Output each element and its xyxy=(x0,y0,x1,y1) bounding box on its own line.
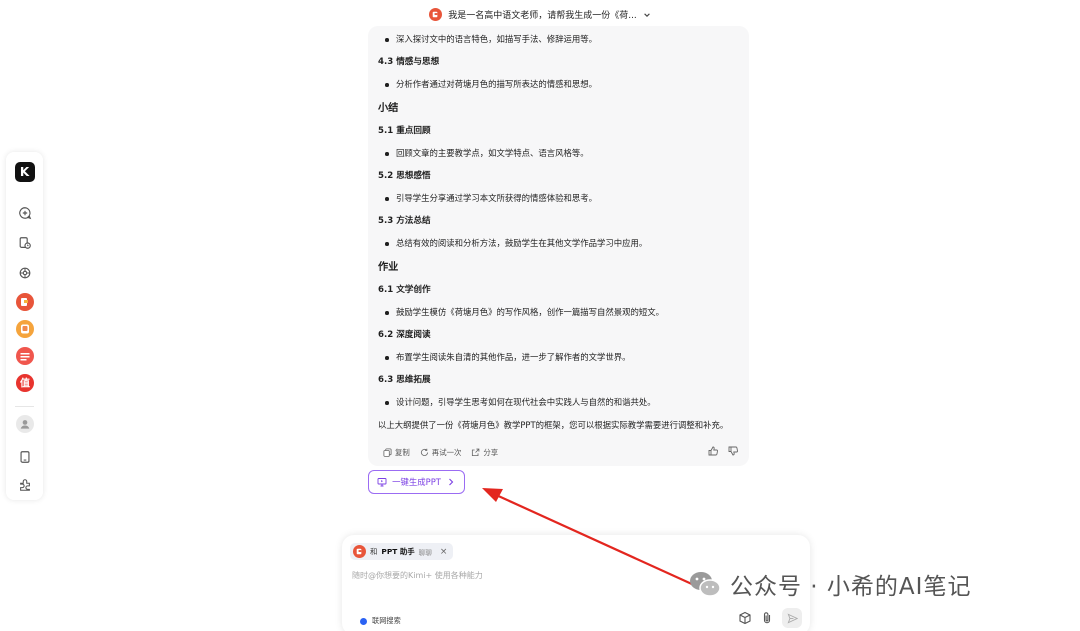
message-content: 深入探讨文中的语言特色，如描写手法、修辞运用等。 4.3 情感与思想 分析作者通… xyxy=(378,34,743,431)
app-orange-icon[interactable] xyxy=(15,320,34,338)
ppt-helper-icon xyxy=(353,545,366,558)
app-list-icon[interactable] xyxy=(15,347,34,365)
chevron-right-icon xyxy=(448,478,454,486)
subsection-heading: 5.2 思想感悟 xyxy=(378,171,431,181)
copy-button[interactable]: 复制 xyxy=(383,447,410,458)
kimi-logo[interactable]: K xyxy=(14,162,35,182)
subsection-heading: 5.3 方法总结 xyxy=(378,216,431,226)
list-item: 引导学生分享通过学习本文所获得的情感体验和思考。 xyxy=(378,193,743,204)
web-search-label: 联网搜索 xyxy=(372,616,401,625)
subsection-heading: 6.2 深度阅读 xyxy=(378,330,431,340)
send-icon xyxy=(787,612,798,624)
generate-ppt-label: 一键生成PPT xyxy=(392,477,441,487)
conversation-title: 我是一名高中语文老师，请帮我生成一份《荷... xyxy=(448,11,637,21)
chevron-down-icon[interactable] xyxy=(643,11,651,19)
share-label: 分享 xyxy=(483,447,499,457)
ppt-helper-chip[interactable]: 和 PPT 助手 聊聊 × xyxy=(350,543,454,560)
tablet-icon[interactable] xyxy=(14,446,35,467)
new-chat-icon[interactable] xyxy=(14,202,35,223)
refresh-icon xyxy=(420,448,428,456)
watermark-text: 公众号 · 小希的AI笔记 xyxy=(730,574,972,600)
cube-icon[interactable] xyxy=(738,611,752,625)
chip-assistant-name: PPT 助手 xyxy=(381,547,415,556)
copy-icon xyxy=(383,447,392,457)
app-zhi-icon[interactable]: 值 xyxy=(15,374,34,392)
retry-label: 再试一次 xyxy=(431,447,462,457)
thumbs-down-icon[interactable] xyxy=(728,446,738,456)
thumbs-up-icon[interactable] xyxy=(708,446,718,456)
chip-suffix: 聊聊 xyxy=(418,548,432,557)
conversation-title-bar[interactable]: 我是一名高中语文老师，请帮我生成一份《荷... xyxy=(0,8,1080,21)
ppt-helper-app-icon[interactable] xyxy=(15,293,34,311)
ppt-helper-icon xyxy=(429,8,443,21)
generate-ppt-button[interactable]: 一键生成PPT xyxy=(368,470,465,494)
share-icon xyxy=(472,448,480,456)
chip-prefix: 和 xyxy=(370,547,378,556)
subsection-heading: 6.1 文学创作 xyxy=(378,285,431,295)
wechat-icon xyxy=(690,572,721,597)
share-button[interactable]: 分享 xyxy=(471,447,498,458)
retry-button[interactable]: 再试一次 xyxy=(420,447,462,458)
copy-label: 复制 xyxy=(395,447,410,457)
subsection-heading: 4.3 情感与思想 xyxy=(378,57,440,67)
list-item: 鼓励学生模仿《荷塘月色》的写作风格，创作一篇描写自然景观的短文。 xyxy=(378,307,743,318)
sidebar: K 值 xyxy=(6,152,43,500)
assistant-message-card: 深入探讨文中的语言特色，如描写手法、修辞运用等。 4.3 情感与思想 分析作者通… xyxy=(368,26,749,466)
composer-tools xyxy=(738,608,802,628)
message-actions: 复制 再试一次 分享 xyxy=(383,446,738,458)
watermark: 公众号 · 小希的AI笔记 xyxy=(688,567,971,601)
list-item: 回顾文章的主要教学点，如文学特点、语言风格等。 xyxy=(378,148,743,159)
list-item: 布置学生阅读朱自清的其他作品，进一步了解作者的文学世界。 xyxy=(378,352,743,363)
list-item: 总结有效的阅读和分析方法，鼓励学生在其他文学作品学习中应用。 xyxy=(378,238,743,249)
list-item: 设计问题，引导学生思考如何在现代社会中实践人与自然的和谐共处。 xyxy=(378,397,743,408)
feedback-buttons xyxy=(708,446,738,456)
message-input[interactable]: 随时@你想要的Kimi+ 使用各种能力 xyxy=(352,570,483,581)
sidebar-divider xyxy=(15,406,34,407)
closing-paragraph: 以上大纲提供了一份《荷塘月色》教学PPT的框架，您可以根据实际教学需要进行调整和… xyxy=(378,420,729,430)
list-item: 分析作者通过对荷塘月色的描写所表达的情感和思想。 xyxy=(378,79,743,90)
close-chip-button[interactable]: × xyxy=(440,547,448,557)
attachment-icon[interactable] xyxy=(760,611,774,625)
web-search-toggle[interactable]: 联网搜索 xyxy=(360,616,401,626)
presentation-icon xyxy=(377,478,387,487)
web-search-indicator-icon xyxy=(360,617,367,625)
user-avatar-icon[interactable] xyxy=(15,415,34,433)
subsection-heading: 5.1 重点回顾 xyxy=(378,126,431,136)
section-heading: 小结 xyxy=(378,103,399,114)
subsection-heading: 6.3 思维拓展 xyxy=(378,375,431,385)
list-item: 深入探讨文中的语言特色，如描写手法、修辞运用等。 xyxy=(378,34,743,45)
plugin-icon[interactable] xyxy=(14,474,35,495)
section-heading: 作业 xyxy=(378,262,399,273)
history-icon[interactable] xyxy=(14,232,35,253)
app-zhi-label: 值 xyxy=(20,377,30,390)
send-button[interactable] xyxy=(782,608,802,628)
explore-icon[interactable] xyxy=(14,262,35,283)
